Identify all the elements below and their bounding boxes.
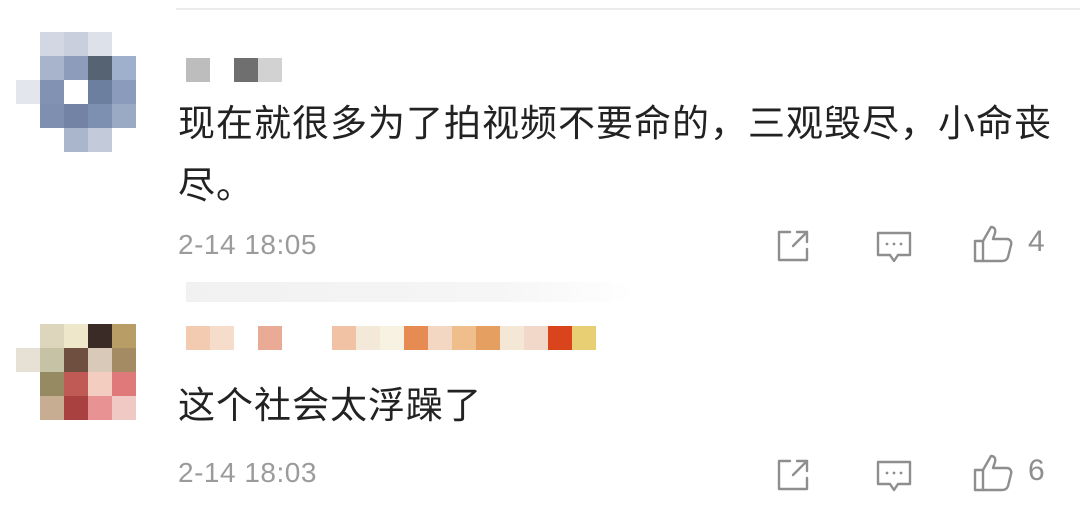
comment-text: 现在就很多为了拍视频不要命的，三观毁尽，小命丧尽。 [178, 102, 1052, 207]
reply-icon[interactable] [874, 456, 914, 496]
username-obscured[interactable] [186, 58, 286, 82]
like-button[interactable]: 6 [972, 452, 1052, 496]
thumbs-up-icon [973, 454, 1013, 492]
timestamp: 2-14 18:05 [178, 229, 317, 260]
comment-list: 现在就很多为了拍视频不要命的，三观毁尽，小命丧尽。 2-14 18:05 4 这… [0, 0, 1080, 512]
like-button[interactable]: 4 [972, 223, 1052, 267]
comment-item: 这个社会太浮躁了 2-14 18:03 6 [0, 300, 1080, 512]
comment-text: 这个社会太浮躁了 [178, 384, 482, 427]
share-icon[interactable] [773, 226, 813, 266]
thumbs-up-icon [973, 225, 1013, 263]
reply-icon[interactable] [874, 227, 914, 267]
timestamp: 2-14 18:03 [178, 457, 317, 488]
like-count: 6 [1028, 454, 1045, 487]
separator-blur [186, 282, 636, 302]
comment-item: 现在就很多为了拍视频不要命的，三观毁尽，小命丧尽。 2-14 18:05 4 [0, 0, 1080, 270]
username-obscured[interactable] [186, 326, 606, 350]
like-count: 4 [1028, 225, 1045, 258]
avatar[interactable] [16, 32, 156, 172]
share-icon[interactable] [773, 455, 813, 495]
avatar[interactable] [16, 324, 156, 464]
